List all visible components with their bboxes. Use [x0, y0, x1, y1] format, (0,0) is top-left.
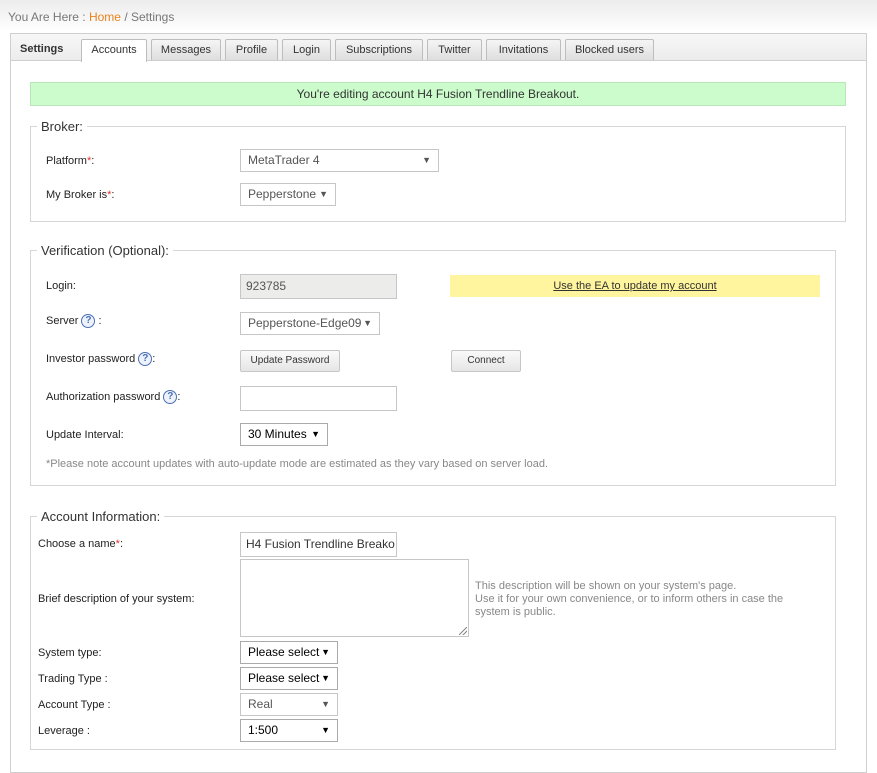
description-hint-line: system is public.	[475, 606, 556, 618]
login-input[interactable]: 923785	[240, 274, 397, 299]
my-broker-select-value: Pepperstone	[248, 187, 317, 201]
trading-type-select[interactable]: Please select ▼	[240, 667, 338, 690]
my-broker-label: My Broker is*:	[46, 189, 115, 201]
system-name-input[interactable]: H4 Fusion Trendline Breako	[240, 532, 397, 557]
broker-fieldset	[30, 126, 846, 222]
resize-grip-icon[interactable]	[459, 627, 467, 635]
description-hint: This description will be shown on your s…	[475, 580, 783, 619]
server-load-note: *Please note account updates with auto-u…	[46, 458, 549, 470]
broker-legend: Broker:	[37, 119, 87, 134]
investor-password-label: Investor password?:	[46, 352, 156, 366]
tab-invitations[interactable]: Invitations	[486, 39, 561, 60]
chevron-down-icon: ▼	[311, 429, 320, 439]
trading-type-label: Trading Type :	[38, 673, 108, 685]
platform-select-value: MetaTrader 4	[248, 153, 320, 167]
tab-accounts[interactable]: Accounts	[81, 39, 147, 62]
platform-select[interactable]: MetaTrader 4 ▼	[240, 149, 439, 172]
leverage-select[interactable]: 1:500 ▼	[240, 719, 338, 742]
system-type-label: System type:	[38, 647, 102, 659]
description-hint-line: Use it for your own convenience, or to i…	[475, 593, 784, 605]
verification-legend: Verification (Optional):	[37, 243, 173, 258]
breadcrumb: You Are Here : Home / Settings	[8, 10, 174, 24]
tab-blocked-users[interactable]: Blocked users	[565, 39, 654, 60]
tab-profile[interactable]: Profile	[225, 39, 278, 60]
tab-subscriptions[interactable]: Subscriptions	[335, 39, 423, 60]
server-label: Server? :	[46, 314, 102, 328]
chevron-down-icon: ▼	[321, 699, 330, 709]
tab-messages[interactable]: Messages	[151, 39, 221, 60]
connect-button[interactable]: Connect	[451, 350, 521, 372]
system-type-select[interactable]: Please select ▼	[240, 641, 338, 664]
breadcrumb-current: Settings	[131, 10, 175, 24]
tab-login[interactable]: Login	[282, 39, 331, 60]
authorization-password-input[interactable]	[240, 386, 397, 411]
system-type-select-value: Please select	[248, 645, 320, 659]
account-type-label: Account Type :	[38, 699, 111, 711]
help-icon[interactable]: ?	[81, 314, 96, 328]
account-type-select[interactable]: Real ▼	[240, 693, 338, 716]
chevron-down-icon: ▼	[363, 318, 372, 328]
trading-type-select-value: Please select	[248, 671, 320, 685]
authorization-password-label: Authorization password?:	[46, 390, 181, 404]
description-label: Brief description of your system:	[38, 593, 195, 605]
description-textarea[interactable]	[240, 559, 469, 637]
choose-name-label: Choose a name*:	[38, 538, 124, 550]
ea-update-link-box: Use the EA to update my account	[450, 275, 820, 297]
login-label: Login:	[46, 280, 76, 292]
ea-update-link[interactable]: Use the EA to update my account	[553, 280, 716, 292]
tab-twitter[interactable]: Twitter	[427, 39, 482, 60]
update-interval-select-value: 30 Minutes	[248, 427, 307, 441]
account-info-legend: Account Information:	[37, 509, 165, 524]
update-interval-select[interactable]: 30 Minutes ▼	[240, 423, 328, 446]
help-icon[interactable]: ?	[138, 352, 153, 366]
chevron-down-icon: ▼	[321, 725, 330, 735]
help-icon[interactable]: ?	[163, 390, 178, 404]
server-select[interactable]: Pepperstone-Edge09 ▼	[240, 312, 380, 335]
breadcrumb-prefix: You Are Here :	[8, 10, 86, 24]
platform-label: Platform*:	[46, 155, 95, 167]
chevron-down-icon: ▼	[319, 189, 328, 199]
leverage-select-value: 1:500	[248, 723, 279, 737]
breadcrumb-home-link[interactable]: Home	[89, 10, 121, 24]
update-interval-label: Update Interval:	[46, 429, 124, 441]
breadcrumb-separator: /	[124, 10, 128, 24]
description-hint-line: This description will be shown on your s…	[475, 580, 737, 592]
server-select-value: Pepperstone-Edge09	[248, 316, 362, 330]
my-broker-select[interactable]: Pepperstone ▼	[240, 183, 336, 206]
update-password-button[interactable]: Update Password	[240, 350, 340, 372]
leverage-label: Leverage :	[38, 725, 90, 737]
account-type-select-value: Real	[248, 697, 273, 711]
chevron-down-icon: ▼	[422, 155, 431, 165]
chevron-down-icon: ▼	[321, 673, 330, 683]
chevron-down-icon: ▼	[321, 647, 330, 657]
editing-notice: You're editing account H4 Fusion Trendli…	[30, 82, 846, 106]
tabs-section-label: Settings	[20, 43, 64, 55]
